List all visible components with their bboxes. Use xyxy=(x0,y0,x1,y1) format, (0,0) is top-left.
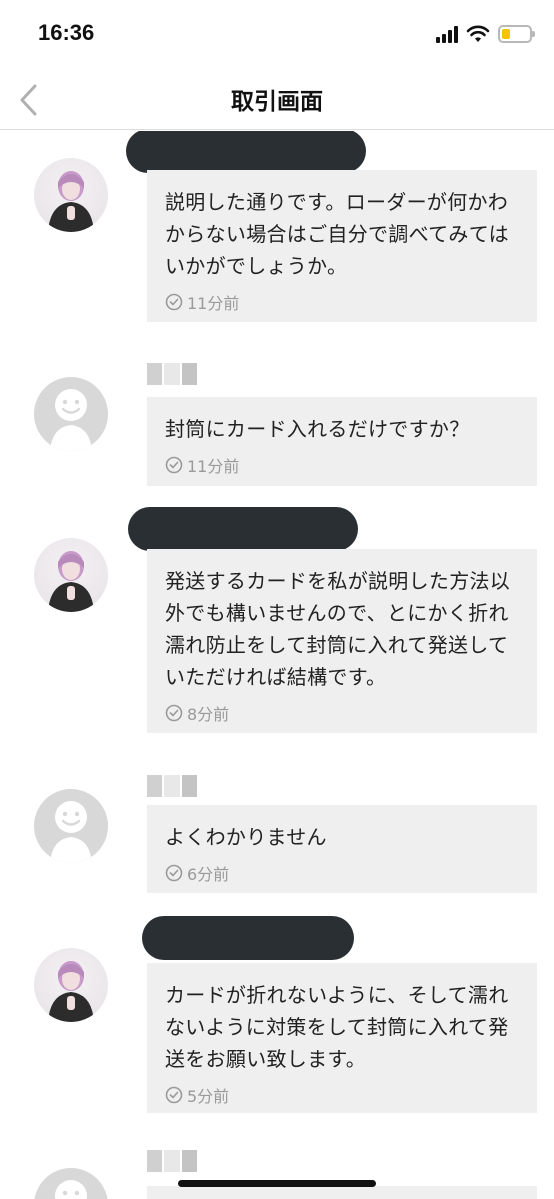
redacted-name xyxy=(142,916,354,960)
message-bubble: 発送するカードを私が説明した方法以外でも構いませんので、とにかく折れ濡れ防止をし… xyxy=(147,549,537,733)
message-text: 発送するカードを私が説明した方法以外でも構いませんので、とにかく折れ濡れ防止をし… xyxy=(165,569,511,689)
pixelated-name xyxy=(147,775,197,797)
status-time: 16:36 xyxy=(38,20,95,45)
seller-avatar[interactable] xyxy=(34,158,108,232)
clock-icon xyxy=(165,864,183,882)
default-user-icon xyxy=(55,1180,87,1199)
person-photo-icon xyxy=(48,171,94,232)
buyer-avatar[interactable] xyxy=(34,377,108,451)
home-indicator[interactable] xyxy=(178,1180,376,1187)
cellular-signal-icon xyxy=(436,25,458,43)
redacted-name xyxy=(126,131,366,173)
battery-level xyxy=(502,29,510,39)
message-text: カードが折れないように、そして濡れないように対策をして封筒に入れて発送をお願い致… xyxy=(165,983,509,1071)
message-bubble: 説明した通りです。ローダーが何かわからない場合はご自分で調べてみてはいかがでしょ… xyxy=(147,170,537,322)
message-timestamp: 11分前 xyxy=(187,294,240,313)
message-time: 5分前 xyxy=(165,1083,519,1107)
message-timestamp: 11分前 xyxy=(187,457,240,476)
battery-icon xyxy=(498,25,535,43)
pixelated-name xyxy=(147,1150,197,1172)
message-timestamp: 8分前 xyxy=(187,705,230,724)
message-text: よくわかりません xyxy=(165,825,327,849)
status-icons xyxy=(436,22,535,46)
message-time: 6分前 xyxy=(165,861,519,885)
message-text: 封筒にカード入れるだけですか？ xyxy=(165,417,470,441)
seller-avatar[interactable] xyxy=(34,538,108,612)
message-time: 8分前 xyxy=(165,701,519,725)
message-time: 11分前 xyxy=(165,453,519,477)
person-photo-icon xyxy=(48,961,94,1022)
message-bubble: カードが折れないように、そして濡れないように対策をして封筒に入れて発送をお願い致… xyxy=(147,963,537,1113)
buyer-avatar[interactable] xyxy=(34,789,108,863)
redacted-name xyxy=(128,507,358,551)
clock-icon xyxy=(165,1086,183,1104)
message-bubble: 封筒にカード入れるだけですか？ 11分前 xyxy=(147,397,537,486)
clock-icon xyxy=(165,456,183,474)
pixelated-name xyxy=(147,363,197,385)
page-title: 取引画面 xyxy=(231,89,323,115)
buyer-avatar[interactable] xyxy=(34,1168,108,1199)
clock-icon xyxy=(165,293,183,311)
clock-icon xyxy=(165,704,183,722)
message-list[interactable]: 説明した通りです。ローダーが何かわからない場合はご自分で調べてみてはいかがでしょ… xyxy=(0,131,554,1199)
message-time: 11分前 xyxy=(165,290,519,314)
status-bar: 16:36 xyxy=(0,0,554,70)
message-timestamp: 6分前 xyxy=(187,865,230,884)
message-bubble xyxy=(147,1186,537,1199)
nav-bar: 取引画面 xyxy=(0,70,554,130)
default-user-icon xyxy=(50,801,92,863)
wifi-icon xyxy=(466,25,490,42)
message-bubble: よくわかりません 6分前 xyxy=(147,805,537,893)
message-text: 説明した通りです。ローダーが何かわからない場合はご自分で調べてみてはいかがでしょ… xyxy=(165,190,509,278)
message-timestamp: 5分前 xyxy=(187,1087,230,1106)
seller-avatar[interactable] xyxy=(34,948,108,1022)
person-photo-icon xyxy=(48,551,94,612)
default-user-icon xyxy=(50,389,92,451)
